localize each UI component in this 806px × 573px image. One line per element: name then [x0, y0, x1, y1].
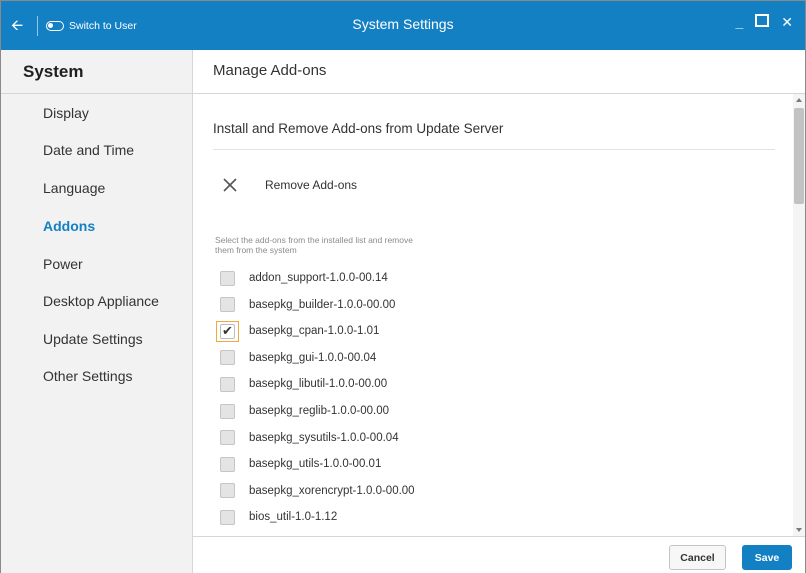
section-divider — [213, 149, 775, 150]
list-item[interactable]: basepkg_xorencrypt-1.0.0-00.00 — [220, 481, 415, 501]
list-item[interactable]: basepkg_reglib-1.0.0-00.00 — [220, 401, 389, 421]
scroll-down-icon[interactable] — [796, 528, 802, 532]
addon-label: bios_util-1.0-1.12 — [249, 511, 338, 524]
sidebar: System Display Date and Time Language Addon… — [1, 50, 193, 573]
minimize-button[interactable]: _ — [735, 13, 743, 31]
addons-scroll-area[interactable]: Install and Remove Add-ons from Update S… — [193, 94, 793, 536]
scroll-up-icon[interactable] — [796, 98, 802, 102]
window-controls: _ ✕ — [735, 13, 793, 31]
close-icon — [223, 178, 237, 192]
page-title: Manage Add-ons — [213, 62, 327, 79]
remove-addons-label: Remove Add-ons — [265, 178, 358, 192]
addon-checkbox[interactable] — [220, 483, 235, 499]
section-title: Install and Remove Add-ons from Update S… — [213, 121, 504, 136]
list-item[interactable]: addon_support-1.0.0-00.14 — [220, 268, 388, 288]
addon-checkbox[interactable] — [220, 403, 235, 419]
sidebar-item-other-settings[interactable]: Other Settings — [43, 368, 133, 384]
addon-checkbox[interactable] — [220, 430, 235, 446]
addon-label: basepkg_gui-1.0.0-00.04 — [249, 351, 377, 364]
checkmark-icon: ✔ — [222, 322, 233, 338]
sidebar-item-addons[interactable]: Addons — [43, 218, 95, 234]
maximize-button[interactable] — [755, 13, 770, 31]
addon-label: basepkg_sysutils-1.0.0-00.04 — [249, 431, 399, 444]
sidebar-item-desktop-appliance[interactable]: Desktop Appliance — [43, 293, 159, 309]
addon-label: basepkg_xorencrypt-1.0.0-00.00 — [249, 484, 415, 497]
sidebar-title: System — [23, 62, 84, 81]
sidebar-item-update-settings[interactable]: Update Settings — [43, 331, 143, 347]
sidebar-item-date-and-time[interactable]: Date and Time — [43, 142, 134, 158]
list-item[interactable]: basepkg_builder-1.0.0-00.00 — [220, 295, 395, 315]
addon-label: basepkg_builder-1.0.0-00.00 — [249, 298, 396, 311]
addon-checkbox[interactable] — [220, 509, 235, 525]
maximize-icon — [755, 14, 770, 27]
footer: Cancel Save — [193, 536, 805, 573]
addon-label: basepkg_cpan-1.0.0-1.01 — [249, 325, 380, 338]
list-item[interactable]: basepkg_sysutils-1.0.0-00.04 — [220, 428, 399, 448]
sidebar-item-display[interactable]: Display — [43, 105, 89, 121]
addon-label: addon_support-1.0.0-00.14 — [249, 272, 388, 284]
title-bar: 🡨 Switch to User System Settings _ ✕ — [1, 1, 805, 50]
close-button[interactable]: ✕ — [781, 13, 793, 31]
list-item[interactable]: bios_util-1.0-1.12 — [220, 507, 337, 527]
list-item[interactable]: ✔ basepkg_cpan-1.0.0-1.01 — [216, 320, 380, 342]
addon-checkbox[interactable] — [220, 350, 235, 366]
sidebar-item-language[interactable]: Language — [43, 180, 105, 196]
addon-checkbox[interactable] — [220, 456, 235, 472]
addon-checkbox[interactable]: ✔ — [216, 320, 239, 342]
list-item[interactable]: basepkg_utils-1.0.0-00.01 — [220, 454, 381, 474]
sidebar-item-power[interactable]: Power — [43, 256, 83, 272]
help-text: Select the add-ons from the installed li… — [215, 235, 413, 255]
sidebar-divider — [1, 93, 192, 94]
scroll-thumb[interactable] — [794, 108, 804, 204]
addon-label: basepkg_utils-1.0.0-00.01 — [249, 458, 382, 471]
main-header: Manage Add-ons — [193, 50, 805, 94]
addon-checkbox[interactable] — [220, 376, 235, 392]
addon-checkbox[interactable] — [220, 297, 235, 313]
addon-label: basepkg_reglib-1.0.0-00.00 — [249, 405, 390, 417]
save-button[interactable]: Save — [742, 545, 792, 570]
cancel-button[interactable]: Cancel — [669, 545, 726, 570]
scrollbar[interactable] — [793, 94, 805, 536]
window-title: System Settings — [352, 16, 454, 32]
addon-label: basepkg_libutil-1.0.0-00.00 — [249, 378, 388, 391]
list-item[interactable]: basepkg_gui-1.0.0-00.04 — [220, 348, 376, 368]
addon-checkbox[interactable] — [220, 270, 235, 286]
list-item[interactable]: basepkg_libutil-1.0.0-00.00 — [220, 374, 387, 394]
settings-window: 🡨 Switch to User System Settings _ ✕ Sys… — [0, 0, 806, 573]
remove-addons-button[interactable]: Remove Add-ons — [221, 176, 357, 194]
main-panel: Manage Add-ons Install and Remove Add-on… — [193, 50, 805, 573]
